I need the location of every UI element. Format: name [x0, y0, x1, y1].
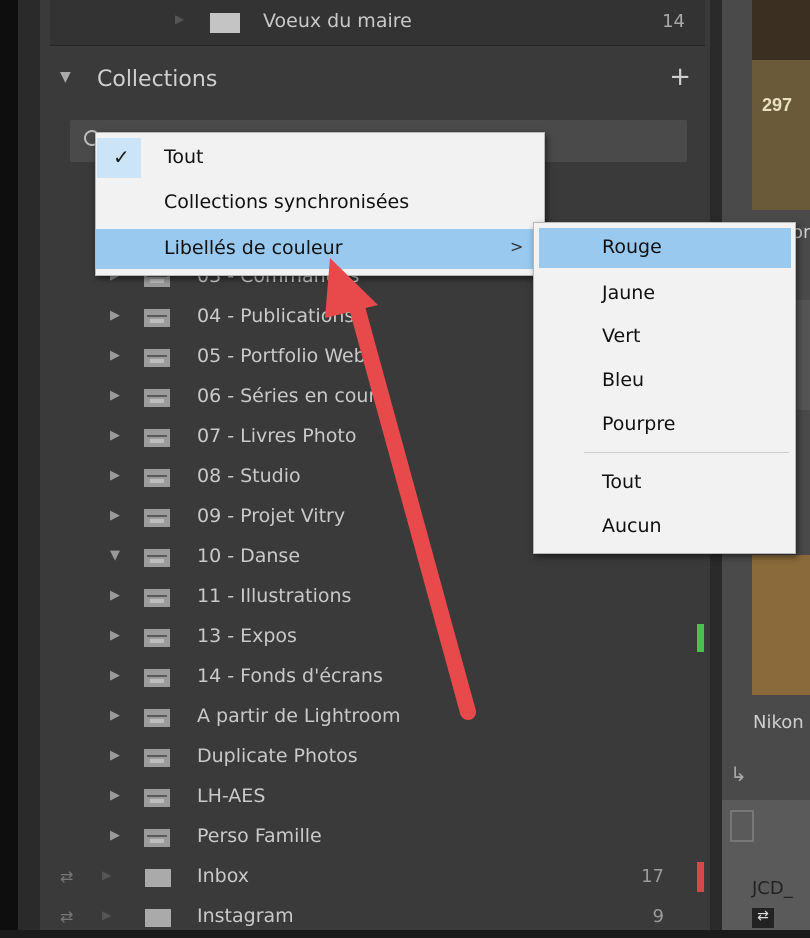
- annotation-arrow: [325, 258, 476, 720]
- arrow-shaft: [347, 292, 476, 720]
- arrow-head: [325, 258, 378, 318]
